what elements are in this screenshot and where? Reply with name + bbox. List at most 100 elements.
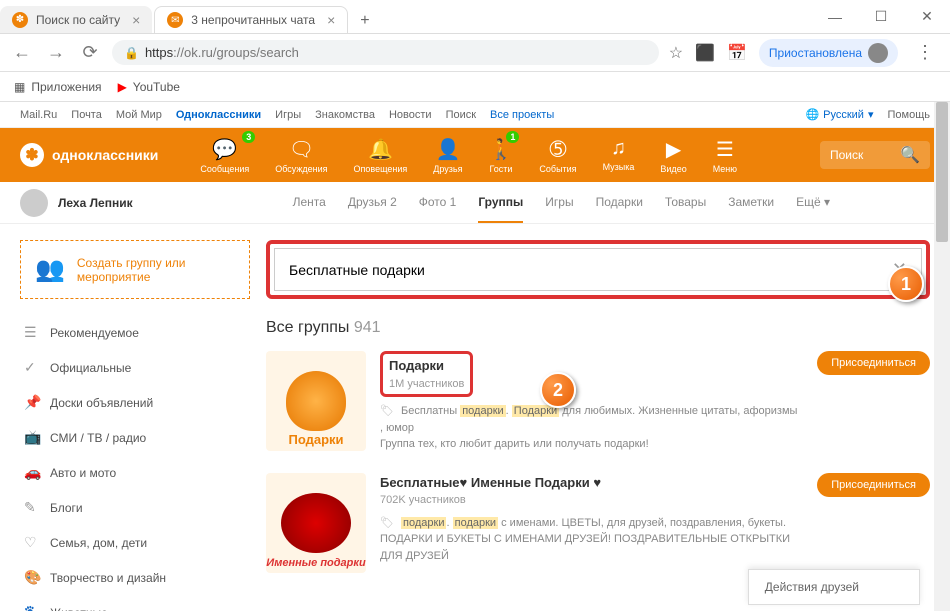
- nav-music[interactable]: ♫Музыка: [591, 133, 647, 178]
- result-1-tags: 🏷 Бесплатны подарки. Подарки для любимых…: [380, 403, 803, 436]
- tab-friends[interactable]: Друзья 2: [348, 183, 397, 223]
- language-selector[interactable]: 🌐Русский ▾: [805, 108, 873, 121]
- check-icon: ✓: [24, 359, 40, 376]
- group-search-input[interactable]: [289, 262, 892, 278]
- nav-notifications[interactable]: 🔔Оповещения: [342, 133, 420, 178]
- reload-button[interactable]: ⟳: [78, 42, 102, 63]
- topnav-all[interactable]: Все проекты: [490, 109, 554, 121]
- bookmarks-bar: ▦ Приложения ▶ YouTube: [0, 72, 950, 102]
- tab-2-close[interactable]: ×: [327, 12, 335, 28]
- tab-groups[interactable]: Группы: [478, 183, 523, 223]
- url-input[interactable]: 🔒 https://ok.ru/groups/search: [112, 40, 659, 65]
- apps-button[interactable]: ▦ Приложения: [14, 80, 102, 94]
- result-1-title-highlight: Подарки 1М участников: [380, 351, 473, 397]
- main-area: 👥 Создать группу или мероприятие ☰Рекоме…: [0, 224, 950, 611]
- topnav-news[interactable]: Новости: [389, 109, 432, 121]
- tab-photos[interactable]: Фото 1: [419, 183, 457, 223]
- browser-menu[interactable]: ⋮: [910, 42, 940, 63]
- join-button-2[interactable]: Присоединиться: [817, 473, 930, 497]
- close-button[interactable]: ✕: [904, 0, 950, 34]
- tabs-area: ✽ Поиск по сайту × ✉ 3 непрочитанных чат…: [0, 0, 812, 33]
- help-link[interactable]: Помощь: [888, 109, 931, 121]
- profile-badge[interactable]: Приостановлена: [759, 39, 898, 67]
- addr-icons: ☆ ⬛ 📅 Приостановлена ⋮: [669, 39, 940, 67]
- group-icon: 👥: [35, 255, 65, 284]
- tab-gifts[interactable]: Подарки: [596, 183, 643, 223]
- nav-events[interactable]: ➄События: [527, 133, 588, 178]
- back-button[interactable]: ←: [10, 42, 34, 63]
- tab-1-close[interactable]: ×: [132, 12, 140, 28]
- cat-family[interactable]: ♡Семья, дом, дети: [20, 525, 250, 560]
- nav-friends[interactable]: 👤Друзья: [421, 133, 474, 178]
- tab-feed[interactable]: Лента: [293, 183, 326, 223]
- cat-animals[interactable]: 🐾Животные: [20, 595, 250, 611]
- bookmark-youtube[interactable]: ▶ YouTube: [118, 80, 180, 94]
- address-bar: ← → ⟳ 🔒 https://ok.ru/groups/search ☆ ⬛ …: [0, 34, 950, 72]
- scrollbar[interactable]: [934, 102, 950, 611]
- tab-goods[interactable]: Товары: [665, 183, 706, 223]
- topnav-search[interactable]: Поиск: [446, 109, 476, 121]
- tab-1[interactable]: ✽ Поиск по сайту ×: [0, 6, 152, 33]
- forward-button[interactable]: →: [44, 42, 68, 63]
- cat-official[interactable]: ✓Официальные: [20, 350, 250, 385]
- nav-guests[interactable]: 🚶1Гости: [477, 133, 526, 178]
- header-search[interactable]: 🔍: [820, 141, 930, 169]
- nav-messages[interactable]: 💬3Сообщения: [188, 133, 261, 178]
- callout-1: 1: [888, 266, 924, 302]
- result-2-desc: ПОДАРКИ И БУКЕТЫ С ИМЕНАМИ ДРУЗЕЙ! ПОЗДР…: [380, 531, 803, 564]
- tab-more[interactable]: Ещё ▾: [796, 183, 830, 223]
- ok-portal-nav: Mail.Ru Почта Мой Мир Одноклассники Игры…: [0, 102, 950, 128]
- tab-notes[interactable]: Заметки: [728, 183, 774, 223]
- ok-logo[interactable]: ✽ одноклассники: [20, 143, 158, 167]
- video-icon: ▶: [666, 137, 681, 162]
- topnav-ok[interactable]: Одноклассники: [176, 109, 261, 121]
- tab-2[interactable]: ✉ 3 непрочитанных чата ×: [154, 6, 348, 33]
- star-icon[interactable]: ☆: [669, 43, 683, 63]
- new-tab-button[interactable]: +: [350, 6, 379, 33]
- tv-icon: 📺: [24, 429, 40, 446]
- cat-auto[interactable]: 🚗Авто и мото: [20, 455, 250, 490]
- result-2-image[interactable]: Именные подарки: [266, 473, 366, 573]
- result-2-title[interactable]: Бесплатные♥ Именные Подарки ♥: [380, 473, 803, 493]
- tag-icon: 🏷: [380, 517, 394, 529]
- cat-media[interactable]: 📺СМИ / ТВ / радио: [20, 420, 250, 455]
- sidebar: 👥 Создать группу или мероприятие ☰Рекоме…: [20, 240, 250, 611]
- lock-icon: 🔒: [124, 46, 139, 60]
- nav-video[interactable]: ▶Видео: [648, 133, 698, 178]
- results-count: 941: [354, 319, 381, 336]
- tag-icon: 🏷: [380, 405, 394, 417]
- result-1-title[interactable]: Подарки: [389, 356, 464, 376]
- nav-discussions[interactable]: 🗨Обсуждения: [263, 133, 339, 178]
- maximize-button[interactable]: ☐: [858, 0, 904, 34]
- topnav-mail[interactable]: Почта: [71, 109, 102, 121]
- cat-art[interactable]: 🎨Творчество и дизайн: [20, 560, 250, 595]
- result-2-tags: 🏷 подарки. подарки с именами. ЦВЕТЫ, для…: [380, 515, 803, 532]
- join-button-1[interactable]: Присоединиться: [817, 351, 930, 375]
- user-name[interactable]: Леха Лепник: [58, 196, 133, 210]
- topnav-dating[interactable]: Знакомства: [315, 109, 375, 121]
- header-search-input[interactable]: [830, 148, 900, 162]
- topnav-games[interactable]: Игры: [275, 109, 301, 121]
- cat-recommended[interactable]: ☰Рекомендуемое: [20, 315, 250, 350]
- topnav-mymir[interactable]: Мой Мир: [116, 109, 162, 121]
- window-controls: — ☐ ✕: [812, 0, 950, 33]
- result-1-image[interactable]: Подарки: [266, 351, 366, 451]
- ext-icon-2[interactable]: 📅: [727, 43, 747, 63]
- heart-icon: ♡: [24, 534, 40, 551]
- user-avatar[interactable]: [20, 189, 48, 217]
- tab-games[interactable]: Игры: [545, 183, 573, 223]
- tab-2-title: 3 непрочитанных чата: [191, 13, 315, 27]
- cat-blogs[interactable]: ✎Блоги: [20, 490, 250, 525]
- friends-icon: 👤: [435, 137, 460, 162]
- friends-actions-panel[interactable]: Действия друзей: [748, 569, 920, 605]
- cat-boards[interactable]: 📌Доски объявлений: [20, 385, 250, 420]
- create-group-button[interactable]: 👥 Создать группу или мероприятие: [20, 240, 250, 299]
- topnav-mailru[interactable]: Mail.Ru: [20, 109, 57, 121]
- ext-icon-1[interactable]: ⬛: [695, 43, 715, 63]
- scroll-thumb[interactable]: [936, 102, 948, 242]
- music-icon: ♫: [611, 137, 626, 160]
- youtube-icon: ▶: [118, 80, 127, 94]
- nav-menu[interactable]: ☰Меню: [701, 133, 749, 178]
- minimize-button[interactable]: —: [812, 0, 858, 34]
- profile-status: Приостановлена: [769, 46, 862, 60]
